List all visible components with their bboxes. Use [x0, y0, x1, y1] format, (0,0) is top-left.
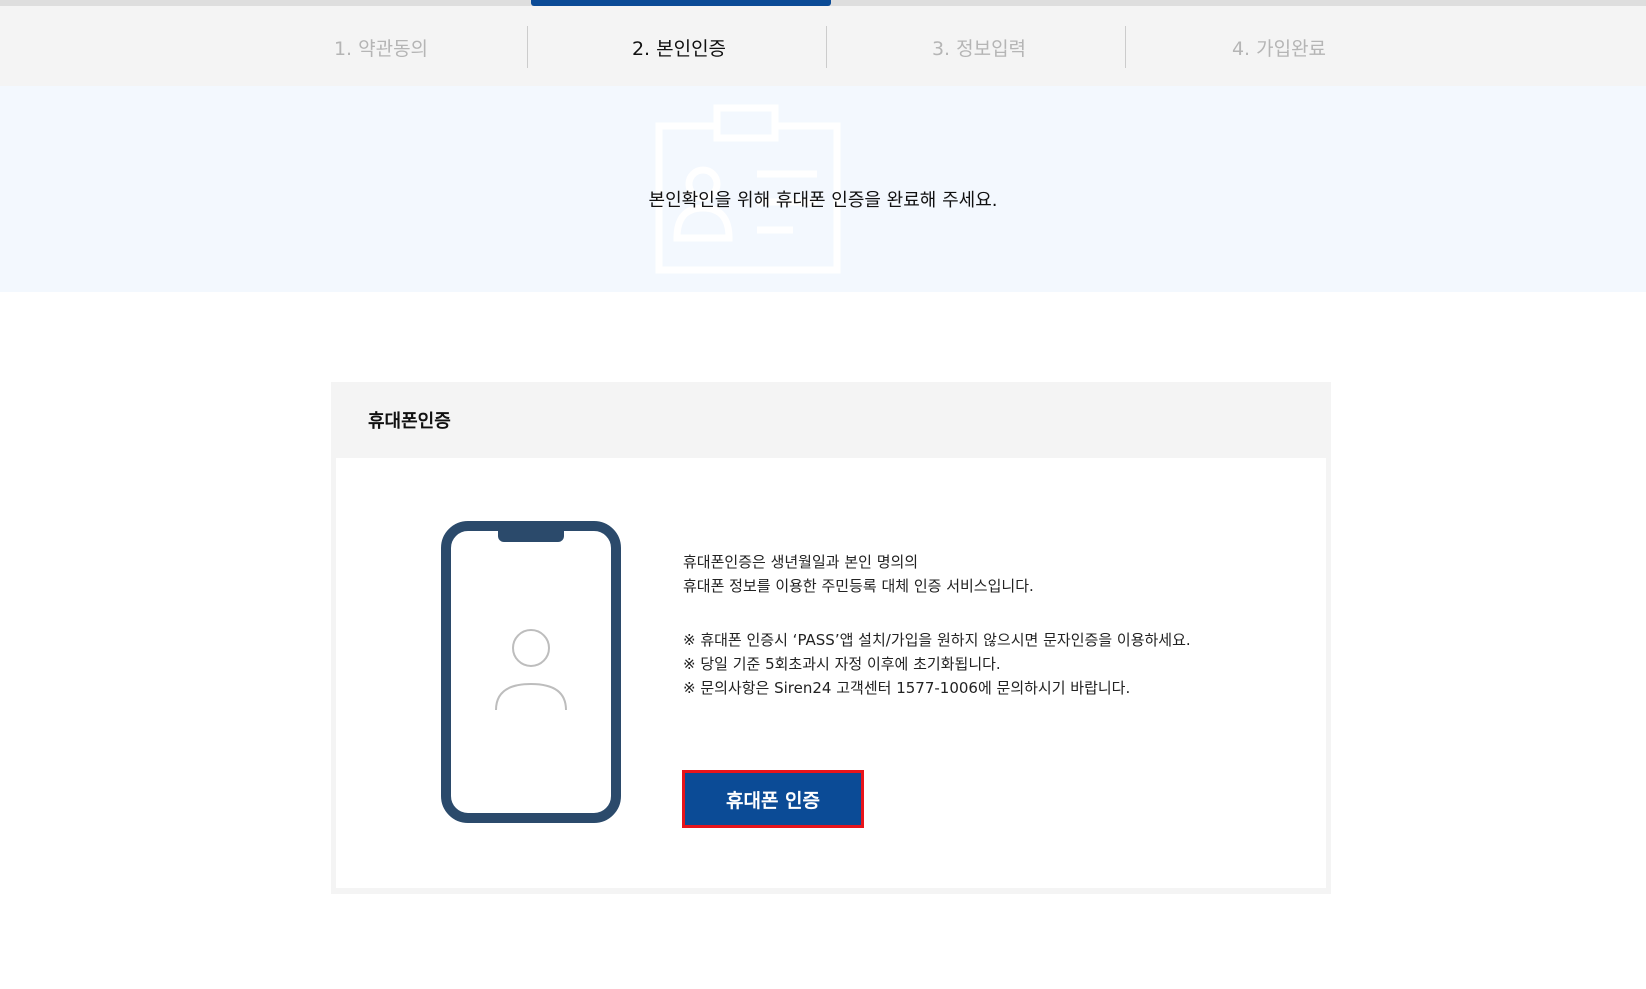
step-divider [527, 26, 528, 68]
verification-banner: 본인확인을 위해 휴대폰 인증을 완료해 주세요. [0, 86, 1646, 292]
description-line: 휴대폰인증은 생년월일과 본인 명의의 [683, 553, 919, 571]
card-body: 휴대폰인증은 생년월일과 본인 명의의 휴대폰 정보를 이용한 주민등록 대체 … [336, 458, 1326, 888]
note-line: ※ 문의사항은 Siren24 고객센터 1577-1006에 문의하시기 바랍… [683, 679, 1131, 697]
step-divider [1125, 26, 1126, 68]
step-verification: 2. 본인인증 [631, 37, 727, 60]
note-line: ※ 당일 기준 5회초과시 자정 이후에 초기화됩니다. [683, 655, 1001, 673]
phone-verification-card: 휴대폰인증 휴대폰인증은 생년월일과 본인 명의의 휴대폰 정보를 이용한 주민… [331, 382, 1331, 894]
description-line: 휴대폰 정보를 이용한 주민등록 대체 인증 서비스입니다. [683, 577, 1034, 595]
phone-verify-button[interactable]: 휴대폰 인증 [682, 770, 864, 828]
note-line: ※ 휴대폰 인증시 ‘PASS’앱 설치/가입을 원하지 않으시면 문자인증을 … [683, 631, 1191, 649]
step-divider [826, 26, 827, 68]
step-terms: 1. 약관동의 [333, 37, 429, 60]
verification-description: 휴대폰인증은 생년월일과 본인 명의의 휴대폰 정보를 이용한 주민등록 대체 … [683, 550, 1283, 700]
step-info-input: 3. 정보입력 [931, 37, 1027, 60]
smartphone-user-icon [441, 521, 621, 823]
banner-message: 본인확인을 위해 휴대폰 인증을 완료해 주세요. [648, 190, 998, 211]
step-complete: 4. 가입완료 [1231, 37, 1327, 60]
card-title: 휴대폰인증 [368, 411, 451, 432]
signup-steps: 1. 약관동의 2. 본인인증 3. 정보입력 4. 가입완료 [0, 6, 1646, 86]
